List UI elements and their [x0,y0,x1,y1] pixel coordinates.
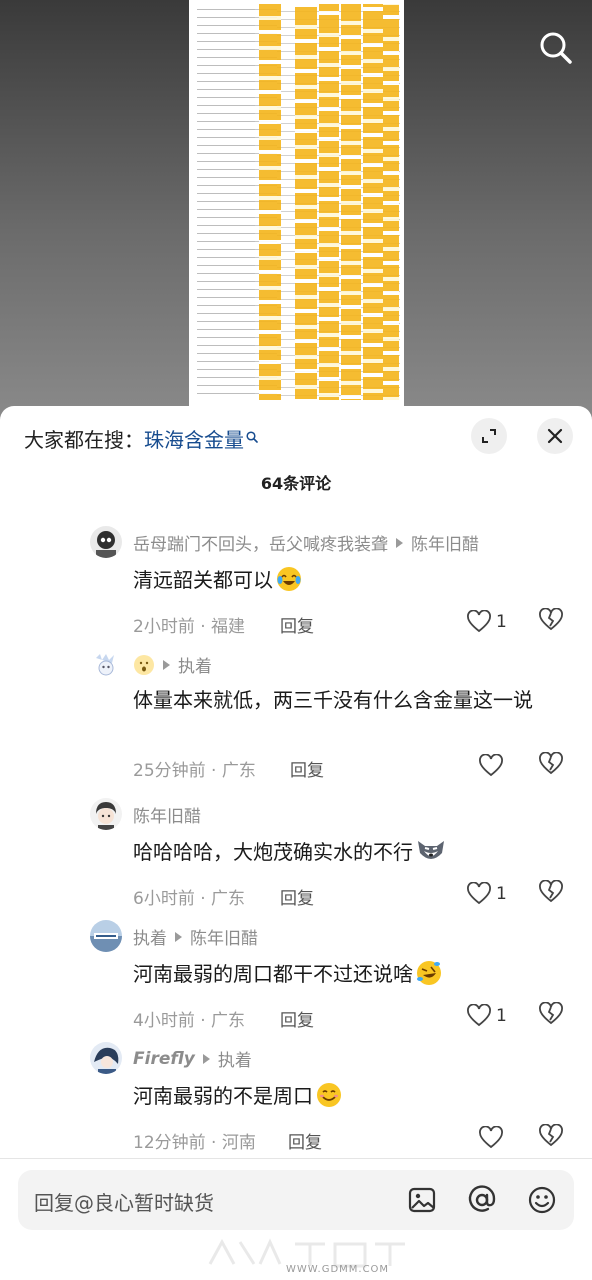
expand-icon [482,429,496,443]
spreadsheet-image[interactable] [189,0,404,406]
close-icon [547,428,563,444]
small-search-icon [246,426,258,450]
sheet-header: 大家都在搜：珠海含金量 [0,406,592,468]
dislike-button[interactable] [538,1123,566,1152]
image-icon[interactable] [406,1184,438,1216]
dislike-button[interactable] [538,751,566,780]
comment-text: 清远韶关都可以 [133,564,573,597]
comment-meta: 2小时前 · 福建 [133,617,246,637]
laughing-crying-emoji [275,565,303,593]
heart-outline-icon [479,1126,503,1149]
watermark-text: WWW.GDMM.COM [286,1264,390,1275]
emoji-icon[interactable] [526,1184,558,1216]
comment-meta: 25分钟前 · 广东 [133,761,256,781]
divider [0,1158,592,1159]
reply-button[interactable]: 回复 [288,1128,322,1153]
comment-user-line: 执着 [133,652,212,677]
like-count: 1 [496,884,507,904]
search-icon[interactable] [536,28,576,68]
heart-outline-icon [467,610,491,633]
expand-button[interactable] [471,418,507,454]
heart-outline-icon [479,754,503,777]
comment-count: 64条评论 [260,474,332,493]
smiling-face-emoji [315,1081,343,1109]
reply-to-username[interactable]: 执着 [218,1046,252,1071]
like-count: 1 [496,1006,507,1026]
comment-meta: 4小时前 · 广东 [133,1011,246,1031]
username[interactable]: Firefly [133,1049,195,1069]
dislike-button[interactable] [538,607,566,636]
reply-to-username[interactable]: 陈年旧醋 [411,530,479,555]
reply-input-bar[interactable]: 回复@良心暂时缺货 [18,1170,574,1230]
broken-heart-icon [539,1001,563,1025]
avatar[interactable] [90,798,122,830]
heart-outline-icon [467,1004,491,1027]
comment-meta: 12分钟前 · 河南 [133,1133,256,1153]
heart-outline-icon [467,882,491,905]
media-preview [0,0,592,420]
comment-text: 体量本来就低，两三千没有什么含金量这一说 [133,688,533,712]
comment-meta: 6小时前 · 广东 [133,889,246,909]
reply-arrow-icon [202,1053,210,1064]
like-button[interactable]: 1 [466,608,507,636]
reply-to-username[interactable]: 执着 [178,652,212,677]
comment-user-line: Firefly 执着 [133,1046,252,1072]
broken-heart-icon [539,751,563,775]
at-icon[interactable] [466,1184,498,1216]
username[interactable]: 陈年旧醋 [133,802,201,827]
husky-dog-emoji [415,837,447,865]
rolling-laughing-emoji [415,959,443,987]
reply-button[interactable]: 回复 [290,756,324,781]
username[interactable]: 岳母踹门不回头，岳父喊疼我装聋 [133,530,388,555]
avatar[interactable] [90,526,122,558]
search-keyword-link[interactable]: 珠海含金量 [144,428,244,452]
broken-heart-icon [539,879,563,903]
reply-arrow-icon [396,537,403,548]
dislike-button[interactable] [538,879,566,908]
reply-arrow-icon [163,659,170,670]
close-button[interactable] [537,418,573,454]
avatar[interactable] [90,648,122,680]
like-button[interactable] [478,1124,508,1152]
comment-user-line: 岳母踹门不回头，岳父喊疼我装聋 陈年旧醋 [133,530,479,555]
comment-text: 河南最弱的不是周口 [133,1080,573,1113]
search-suggestion[interactable]: 大家都在搜：珠海含金量 [24,424,258,453]
like-button[interactable] [478,752,508,780]
avatar[interactable] [90,1042,122,1074]
comment-user-line: 陈年旧醋 [133,802,201,827]
comment-text: 河南最弱的周口都干不过还说啥 [133,958,573,991]
spreadsheet-table-graphic [197,4,400,400]
reply-arrow-icon [175,931,182,942]
surprised-face-emoji [133,654,155,676]
like-count: 1 [496,612,507,632]
reply-button[interactable]: 回复 [280,884,314,909]
dislike-button[interactable] [538,1001,566,1030]
comments-sheet: 大家都在搜：珠海含金量 64条评论 岳母踹门不回头，岳父喊疼我装聋 陈年旧醋 清… [0,406,592,1280]
username[interactable]: 执着 [133,924,167,949]
avatar[interactable] [90,920,122,952]
reply-button[interactable]: 回复 [280,1006,314,1031]
reply-button[interactable]: 回复 [280,612,314,637]
like-button[interactable]: 1 [466,1002,507,1030]
comment-user-line: 执着 陈年旧醋 [133,924,258,949]
comment-text: 哈哈哈哈，大炮茂确实水的不行 [133,836,573,869]
reply-input[interactable]: 回复@良心暂时缺货 [34,1187,214,1216]
like-button[interactable]: 1 [466,880,507,908]
reply-to-username[interactable]: 陈年旧醋 [190,924,258,949]
broken-heart-icon [539,1123,563,1147]
search-prompt-label: 大家都在搜： [24,428,144,452]
broken-heart-icon [539,607,563,631]
